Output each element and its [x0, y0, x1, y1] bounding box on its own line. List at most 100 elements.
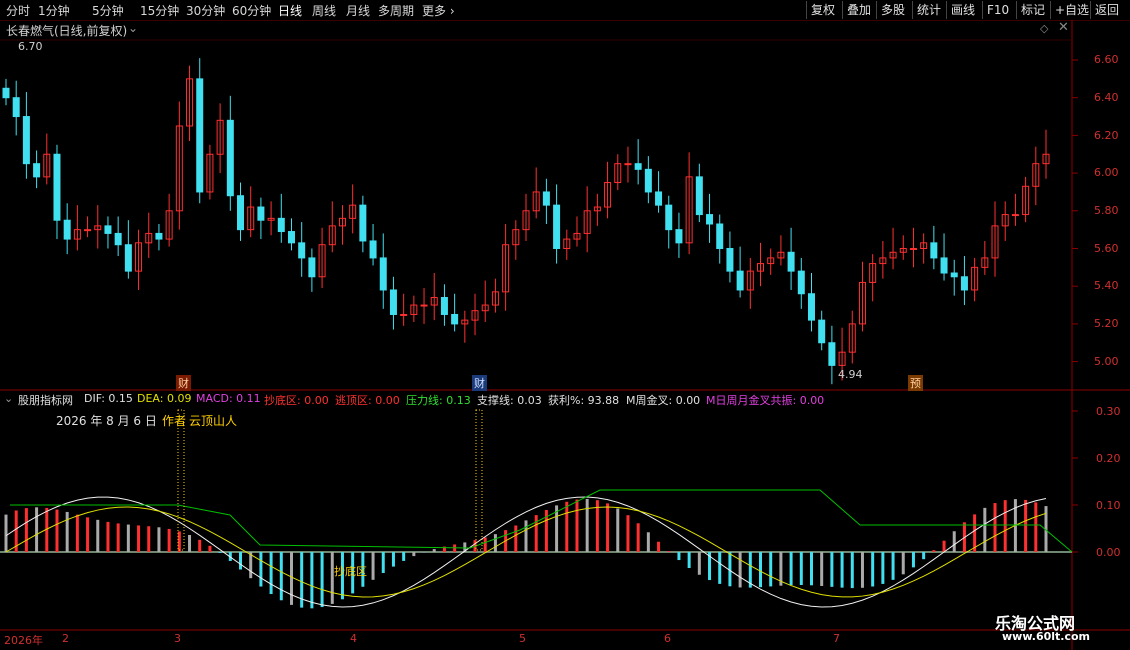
- indicator-dea: DEA: 0.09: [137, 392, 192, 405]
- candle-body: [155, 232, 163, 240]
- price-tick: 6.00: [1094, 166, 1119, 179]
- candle-body: [114, 232, 122, 246]
- candle-body: [940, 257, 948, 274]
- candle-body: [257, 206, 265, 221]
- x-axis-label: 3: [174, 632, 181, 645]
- candle-body: [420, 304, 428, 307]
- price-tick: 6.60: [1094, 53, 1119, 66]
- candle-body: [440, 297, 448, 315]
- candle-body: [807, 293, 815, 321]
- candle-body: [1011, 214, 1019, 217]
- price-tick: 6.20: [1094, 129, 1119, 142]
- finance-badge[interactable]: 财: [176, 375, 191, 391]
- candle-body: [287, 231, 295, 244]
- candle-body: [226, 119, 234, 197]
- candle-body: [298, 242, 306, 259]
- x-axis-label: 6: [664, 632, 671, 645]
- candle-body: [644, 168, 652, 193]
- indicator-bottom-zone: 抄底区: 0.00: [264, 394, 329, 407]
- high-price-marker: 6.70: [18, 40, 43, 53]
- candle-body: [787, 251, 795, 272]
- diamond-icon[interactable]: ◇: [1040, 22, 1048, 35]
- author-name: 云顶山人: [189, 414, 238, 428]
- indicator-top-zone: 逃顶区: 0.00: [335, 394, 400, 407]
- candle-body: [726, 248, 734, 272]
- price-tick: 5.60: [1094, 242, 1119, 255]
- event-marker: [475, 409, 483, 551]
- x-axis-label: 7: [833, 632, 840, 645]
- candle-body: [675, 229, 683, 244]
- candle-body: [706, 214, 714, 225]
- candle-body: [797, 270, 805, 295]
- indicator-pressure: 压力线: 0.13: [406, 394, 471, 407]
- candle-body: [909, 248, 917, 250]
- candle-body: [634, 163, 642, 170]
- candle-body: [22, 116, 30, 165]
- candle-body: [716, 223, 724, 249]
- bottom-zone-signal: 抄底区: [334, 565, 367, 578]
- candle-body: [695, 176, 703, 216]
- candle-body: [736, 270, 744, 291]
- candle-body: [84, 229, 92, 232]
- indicator-weekly-cross: M周金叉: 0.00: [626, 394, 701, 407]
- candle-body: [63, 219, 71, 240]
- candle-body: [950, 272, 958, 278]
- chevron-down-icon[interactable]: ⌄: [4, 392, 13, 405]
- indicator-dif: DIF: 0.15: [84, 392, 133, 405]
- candle-body: [930, 242, 938, 259]
- indicator-tick: 0.30: [1096, 405, 1121, 418]
- x-axis-label: 2026年: [4, 634, 43, 647]
- candle-body: [12, 97, 20, 118]
- candle-body: [960, 276, 968, 291]
- close-icon[interactable]: ✕: [1058, 20, 1069, 35]
- author-label: 作者: [162, 414, 187, 428]
- price-tick: 5.80: [1094, 204, 1119, 217]
- date-text: 2026 年 8 月 6 日: [56, 414, 157, 428]
- candle-body: [665, 204, 673, 231]
- forecast-badge[interactable]: 预: [908, 375, 923, 391]
- finance-badge[interactable]: 财: [472, 375, 487, 391]
- x-axis-label: 5: [519, 632, 526, 645]
- candle-body: [237, 195, 245, 231]
- indicator-macd: MACD: 0.11: [196, 392, 261, 405]
- indicator-name[interactable]: 股朋指标网: [18, 392, 73, 408]
- candle-body: [542, 191, 550, 206]
- candle-body: [400, 313, 408, 316]
- event-marker: [177, 409, 185, 551]
- candle-body: [451, 313, 459, 325]
- candle-body: [196, 78, 204, 193]
- stock-title: 长春燃气(日线,前复权): [6, 24, 128, 38]
- low-price-marker: 4.94: [838, 368, 863, 381]
- indicator-tick: 0.20: [1096, 452, 1121, 465]
- candle-body: [124, 244, 132, 272]
- candle-body: [53, 153, 61, 221]
- price-tick: 5.40: [1094, 279, 1119, 292]
- candle-body: [379, 257, 387, 291]
- indicator-resonance: M日周月金叉共振: 0.00: [706, 394, 825, 407]
- candle-body: [553, 204, 561, 250]
- url-watermark: www.60lt.com: [1002, 630, 1091, 643]
- candle-body: [308, 257, 316, 278]
- indicator-tick: 0.00: [1096, 546, 1121, 559]
- indicator-support: 支撑线: 0.03: [477, 394, 542, 407]
- candle-body: [655, 191, 663, 206]
- indicator-tick: 0.10: [1096, 499, 1121, 512]
- candle-body: [359, 204, 367, 242]
- x-axis-label: 4: [350, 632, 357, 645]
- candle-body: [624, 163, 632, 166]
- indicator-profit: 获利%: 93.88: [548, 394, 620, 407]
- x-axis-label: 2: [62, 632, 69, 645]
- candle-body: [33, 163, 41, 178]
- candle-body: [389, 289, 397, 315]
- candle-body: [828, 342, 836, 366]
- candle-body: [818, 319, 826, 344]
- price-tick: 6.40: [1094, 91, 1119, 104]
- candle-body: [277, 217, 285, 233]
- kline-chart-canvas[interactable]: [0, 0, 1130, 650]
- price-tick: 5.20: [1094, 317, 1119, 330]
- candle-body: [104, 225, 112, 234]
- chevron-down-icon[interactable]: ⌄: [128, 21, 138, 35]
- candle-body: [369, 240, 377, 259]
- candle-body: [2, 87, 10, 99]
- price-tick: 5.00: [1094, 355, 1119, 368]
